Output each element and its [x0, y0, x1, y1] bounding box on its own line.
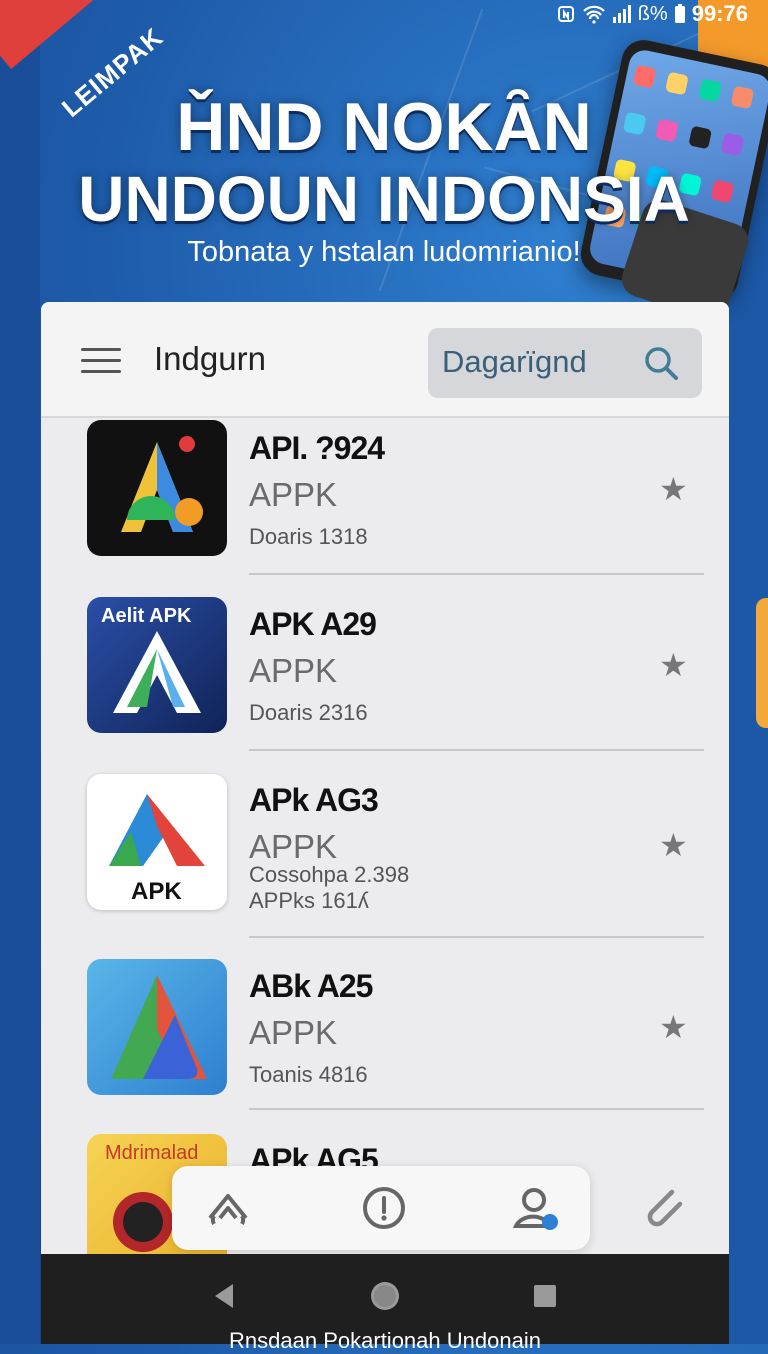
app-name: APK A29 — [249, 606, 377, 642]
app-meta: Cossohpa 2.398 — [249, 862, 410, 887]
decor-orange-tab — [756, 598, 768, 728]
search-icon[interactable] — [642, 344, 680, 382]
home-icon[interactable] — [365, 1276, 405, 1316]
status-time: 99:76 — [691, 1, 748, 26]
star-icon[interactable]: ★ — [659, 646, 688, 684]
divider — [249, 749, 704, 751]
hero-title-line1: ȞND NOKȂN — [176, 89, 592, 165]
search-input[interactable]: Dagarïgnd — [428, 328, 702, 398]
divider — [249, 573, 704, 575]
footer-caption: Rnsdaan Pokartionah Undonain — [229, 1328, 541, 1353]
background-left — [0, 0, 40, 1344]
status-bar: ß% 99:76 — [556, 0, 748, 28]
app-meta: Doaris 2316 — [249, 700, 368, 725]
app-icon-label: APK — [131, 878, 182, 905]
app-meta-secondary: APPks 161ʎ — [249, 888, 369, 913]
app-kind: APPK — [249, 1014, 338, 1051]
hero-subtitle: Tobnata y hstalan ludomrianio! — [187, 236, 581, 268]
battery-icon — [674, 4, 685, 23]
app-panel: Indgurn Dagarïgnd API. ?924 APPK Doaris … — [41, 302, 729, 1254]
app-name: APk AG3 — [249, 782, 379, 818]
app-kind: APPK — [249, 476, 338, 513]
profile-icon[interactable] — [508, 1180, 564, 1236]
app-icon — [87, 420, 227, 556]
menu-icon[interactable] — [81, 348, 121, 376]
app-meta: Toanis 4816 — [249, 1062, 368, 1087]
wifi-icon — [582, 5, 605, 24]
star-icon[interactable]: ★ — [659, 826, 688, 864]
app-name: ABk A25 — [249, 968, 373, 1004]
app-kind: APPK — [249, 828, 338, 865]
signal-icon — [612, 5, 631, 23]
back-icon[interactable] — [205, 1276, 245, 1316]
app-name: API. ?924 — [249, 430, 385, 466]
star-icon[interactable]: ★ — [659, 470, 688, 508]
nfc-icon — [557, 6, 574, 22]
recents-icon[interactable] — [525, 1276, 565, 1316]
divider — [249, 936, 704, 938]
info-icon[interactable] — [356, 1180, 412, 1236]
signal-text: ß% — [637, 2, 668, 25]
app-kind: APPK — [249, 652, 338, 689]
app-bar-title: Indgurn — [154, 340, 266, 377]
upload-icon[interactable] — [200, 1180, 256, 1236]
app-icon: Aelit APK — [87, 597, 227, 733]
app-icon — [87, 959, 227, 1095]
app-meta: Doaris 1318 — [249, 524, 368, 549]
app-icon: APK — [87, 774, 227, 910]
star-icon[interactable]: ★ — [659, 1008, 688, 1046]
divider — [249, 1108, 704, 1110]
search-text: Dagarïgnd — [442, 344, 587, 379]
app-bar: Indgurn Dagarïgnd — [41, 302, 729, 418]
hero-title-line2: UNDOUN INDONSIA — [78, 163, 690, 235]
attachment-icon[interactable] — [638, 1180, 688, 1230]
floating-action-bar — [172, 1166, 590, 1250]
